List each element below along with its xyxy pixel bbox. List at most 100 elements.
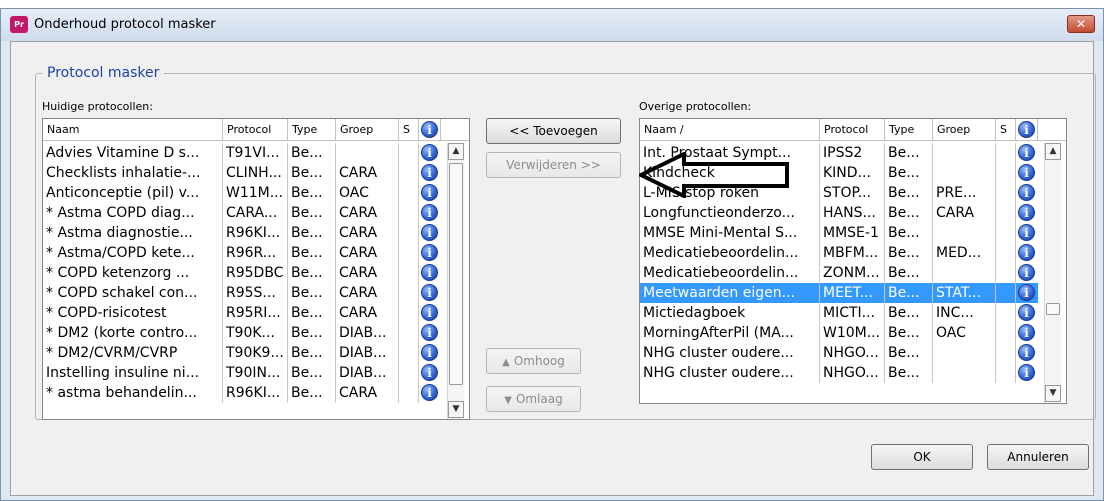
cell-type: Be...	[288, 183, 336, 203]
info-icon[interactable]: i	[1018, 364, 1035, 381]
move-down-button[interactable]: ▼ Omlaag	[486, 386, 581, 412]
cancel-button[interactable]: Annuleren	[987, 444, 1089, 470]
cell-type: Be...	[885, 183, 933, 203]
add-button[interactable]: << Toevoegen	[486, 118, 621, 144]
table-row[interactable]: * COPD-risicotest R95RI... Be... CARA i	[43, 303, 441, 323]
info-icon[interactable]: i	[1018, 284, 1035, 301]
cell-s	[399, 223, 419, 243]
vertical-scrollbar[interactable]: ▲ ▼	[447, 143, 464, 419]
cell-group: OAC	[336, 183, 399, 203]
info-icon[interactable]: i	[421, 184, 438, 201]
info-icon[interactable]: i	[421, 384, 438, 401]
info-icon[interactable]: i	[421, 344, 438, 361]
table-row[interactable]: * Astma diagnostie... R96KI... Be... CARA i	[43, 223, 441, 243]
info-icon[interactable]: i	[421, 304, 438, 321]
table-row[interactable]: * Astma/COPD kete... R96R... Be... CARA i	[43, 243, 441, 263]
scroll-down-button[interactable]: ▼	[1045, 385, 1061, 402]
column-header-name[interactable]: Naam /	[640, 119, 820, 141]
cell-protocol: R96KI...	[223, 383, 288, 403]
table-row[interactable]: MorningAfterPil (MA... W10M... Be... OAC i	[640, 323, 1038, 343]
table-row[interactable]: Anticonceptie (pil) v... W11M... Be... OAC i	[43, 183, 441, 203]
info-icon[interactable]: i	[1018, 304, 1035, 321]
info-icon[interactable]: i	[421, 324, 438, 341]
vertical-scrollbar[interactable]: ▲ ▼	[1044, 143, 1061, 403]
info-icon[interactable]: i	[1018, 184, 1035, 201]
scroll-up-button[interactable]: ▲	[1045, 143, 1061, 160]
column-header-group[interactable]: Groep	[933, 119, 996, 141]
cell-name: * COPD schakel con...	[43, 283, 223, 303]
table-row[interactable]: Instelling insuline ni... T90IN... Be... DI…	[43, 363, 441, 383]
table-row[interactable]: NHG cluster oudere... NHGO... Be... i	[640, 363, 1038, 383]
cell-protocol: CLINH...	[223, 163, 288, 183]
table-row[interactable]: Mictiedagboek MICTI... Be... INC... i	[640, 303, 1038, 323]
cell-type: Be...	[288, 203, 336, 223]
column-header-group[interactable]: Groep	[336, 119, 399, 141]
info-icon[interactable]: i	[421, 204, 438, 221]
cell-type: Be...	[288, 243, 336, 263]
info-icon[interactable]: i	[421, 284, 438, 301]
table-row[interactable]: MMSE Mini-Mental S... MMSE-1 Be... i	[640, 223, 1038, 243]
table-row[interactable]: * COPD ketenzorg ... R95DBC Be... CARA i	[43, 263, 441, 283]
table-row[interactable]: * DM2 (korte contro... T90K... Be... DIAB..…	[43, 323, 441, 343]
cell-type: Be...	[288, 283, 336, 303]
cell-group: PRE...	[933, 183, 996, 203]
info-icon[interactable]: i	[1018, 204, 1035, 221]
info-icon[interactable]: i	[421, 224, 438, 241]
current-protocols-table[interactable]: Naam Protocol Type Groep Si Advies Vitamine …	[42, 118, 470, 420]
info-icon[interactable]: i	[1018, 164, 1035, 181]
cell-name: NHG cluster oudere...	[640, 343, 820, 363]
title-bar[interactable]: Pr Onderhoud protocol masker ✕	[1, 9, 1103, 41]
table-row[interactable]: * astma behandelin... R96KI... Be... CARA i	[43, 383, 441, 403]
table-row[interactable]: * Astma COPD diag... CARA... Be... CARA i	[43, 203, 441, 223]
info-icon[interactable]: i	[1018, 264, 1035, 281]
cell-protocol: T91VI...	[223, 143, 288, 163]
info-icon[interactable]: i	[421, 264, 438, 281]
info-icon[interactable]: i	[421, 364, 438, 381]
remove-button[interactable]: Verwijderen >>	[486, 152, 621, 178]
info-icon[interactable]: i	[1018, 144, 1035, 161]
column-header-type[interactable]: Type	[885, 119, 933, 141]
move-up-button[interactable]: ▲ Omhoog	[486, 348, 581, 374]
table-row[interactable]: Meetwaarden eigen... MEET... Be... STAT... i	[640, 283, 1038, 303]
table-row[interactable]: Advies Vitamine D s... T91VI... Be... i	[43, 143, 441, 163]
info-icon[interactable]: i	[1018, 224, 1035, 241]
cell-group: DIAB...	[336, 343, 399, 363]
cell-type: Be...	[885, 283, 933, 303]
close-button[interactable]: ✕	[1067, 15, 1095, 33]
cell-type: Be...	[288, 223, 336, 243]
current-protocols-label: Huidige protocollen:	[42, 100, 153, 113]
info-icon[interactable]: i	[421, 144, 438, 161]
table-row[interactable]: Longfunctieonderzo... HANS... Be... CARA i	[640, 203, 1038, 223]
column-header-info[interactable]: i	[1016, 119, 1038, 141]
info-icon[interactable]: i	[421, 244, 438, 261]
column-header-s[interactable]: S	[399, 119, 419, 141]
scroll-thumb[interactable]	[1046, 303, 1060, 315]
table-row[interactable]: NHG cluster oudere... NHGO... Be... i	[640, 343, 1038, 363]
table-row[interactable]: Checklists inhalatie-... CLINH... Be... CAR…	[43, 163, 441, 183]
cell-group: MED...	[933, 243, 996, 263]
column-header-protocol[interactable]: Protocol	[820, 119, 885, 141]
info-icon[interactable]: i	[1018, 324, 1035, 341]
cell-protocol: W10M...	[820, 323, 885, 343]
column-header-info[interactable]: i	[419, 119, 441, 141]
cell-name: MMSE Mini-Mental S...	[640, 223, 820, 243]
column-header-type[interactable]: Type	[288, 119, 336, 141]
scroll-up-button[interactable]: ▲	[448, 143, 464, 160]
cell-group: CARA	[336, 243, 399, 263]
cell-s	[399, 303, 419, 323]
column-header-name[interactable]: Naam	[43, 119, 223, 141]
group-legend: Protocol masker	[42, 65, 165, 81]
table-row[interactable]: Medicatiebeoordelin... MBFM... Be... MED...…	[640, 243, 1038, 263]
table-row[interactable]: Medicatiebeoordelin... ZONM... Be... i	[640, 263, 1038, 283]
ok-button[interactable]: OK	[871, 444, 973, 470]
info-icon[interactable]: i	[421, 164, 438, 181]
table-row[interactable]: * COPD schakel con... R95S... Be... CARA i	[43, 283, 441, 303]
info-icon[interactable]: i	[1018, 244, 1035, 261]
table-row[interactable]: * DM2/CVRM/CVRP T90K9... Be... DIAB... i	[43, 343, 441, 363]
column-header-protocol[interactable]: Protocol	[223, 119, 288, 141]
cell-group	[933, 143, 996, 163]
column-header-s[interactable]: S	[996, 119, 1016, 141]
scroll-thumb[interactable]	[449, 163, 463, 385]
scroll-down-button[interactable]: ▼	[448, 401, 464, 418]
info-icon[interactable]: i	[1018, 344, 1035, 361]
